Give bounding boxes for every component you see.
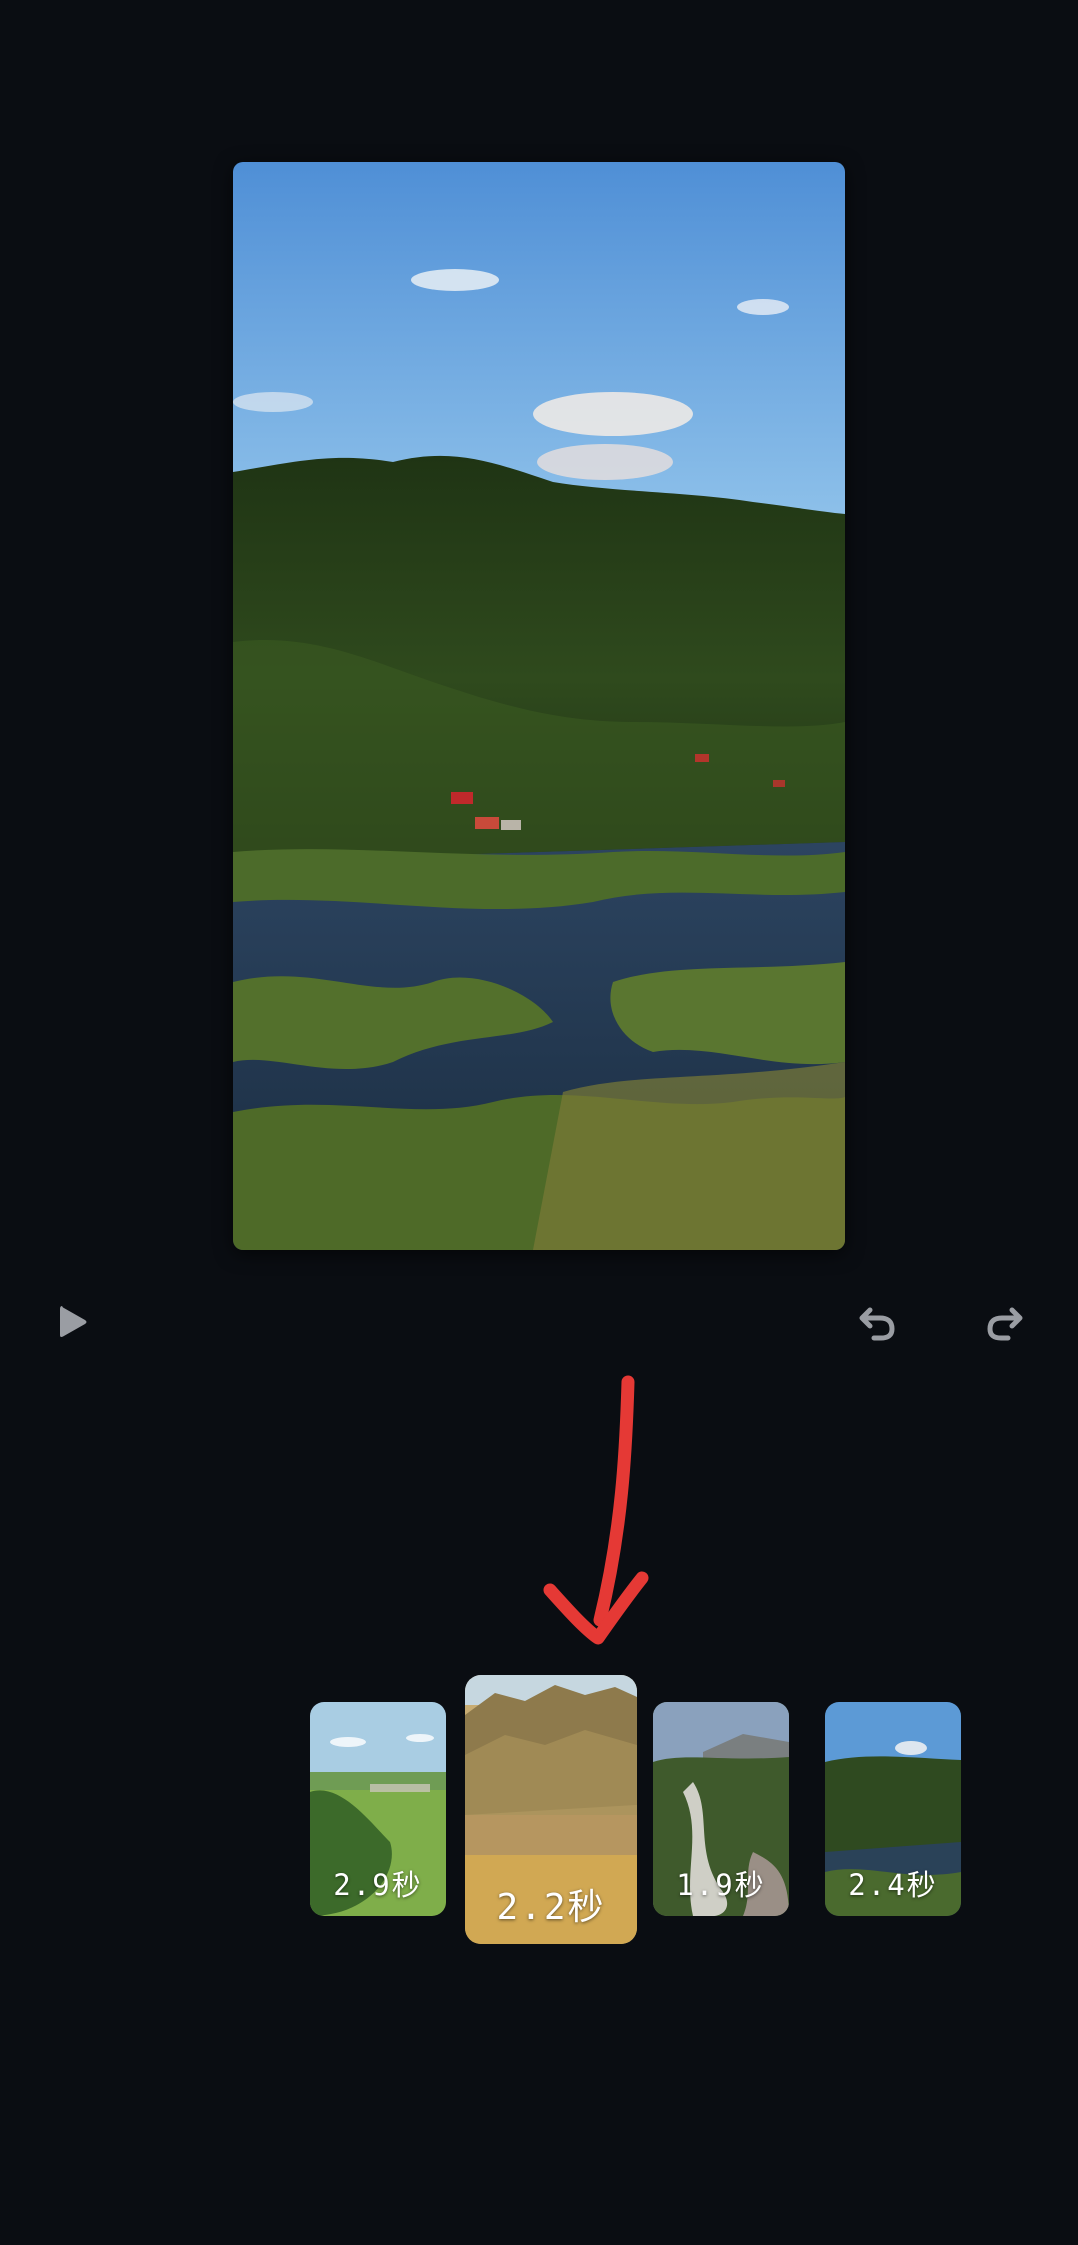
preview-frame-image xyxy=(233,162,845,1250)
video-preview[interactable] xyxy=(233,162,845,1250)
clip-thumbnail[interactable]: 2.4秒 xyxy=(825,1702,961,1916)
redo-icon xyxy=(987,1307,1023,1341)
undo-button[interactable] xyxy=(846,1290,910,1354)
redo-button[interactable] xyxy=(972,1290,1036,1354)
clip-duration-label: 2.4秒 xyxy=(848,1868,938,1902)
clip-thumbnail[interactable]: 1.9秒 xyxy=(653,1702,789,1916)
clip-thumbnail[interactable]: 2.9秒 xyxy=(310,1702,446,1916)
clip-duration-label: 2.2秒 xyxy=(496,1887,606,1928)
clip-duration-label: 1.9秒 xyxy=(676,1868,766,1902)
annotation-arrow xyxy=(543,1375,649,1645)
undo-icon xyxy=(859,1307,895,1341)
clip-thumbnail-selected[interactable]: 2.2秒 xyxy=(465,1675,637,1944)
play-button[interactable] xyxy=(40,1290,104,1354)
play-icon xyxy=(60,1306,87,1337)
clip-duration-label: 2.9秒 xyxy=(333,1868,423,1902)
